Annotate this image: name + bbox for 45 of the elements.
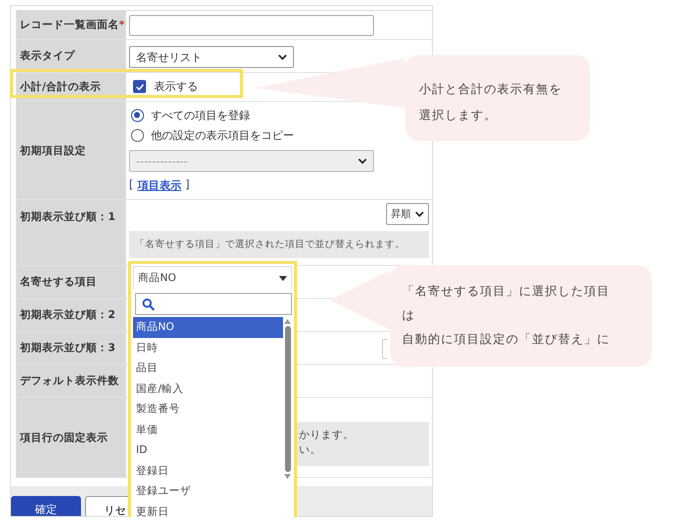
dropdown-option[interactable]: ID [133, 440, 283, 460]
search-field[interactable] [135, 293, 292, 315]
radio-label: 他の設定の表示項目をコピー [151, 128, 294, 142]
confirm-button[interactable]: 確定 [11, 496, 81, 516]
callout-text: 「名寄せする項目」に選択した項目 は 自動的に項目設定の「並び替え」に [401, 283, 611, 348]
note-text: かります。 [299, 428, 355, 443]
item-display-link[interactable]: 項目表示 [137, 178, 182, 193]
dropdown-option[interactable]: 品目 [133, 358, 283, 378]
note-text: い。 [299, 443, 322, 458]
callout-text: 小計と合計の表示有無を 選択します。 [418, 81, 563, 124]
bracket: [ [129, 178, 134, 193]
field-label: デフォルト表示件数 [16, 365, 126, 397]
text-input-field[interactable] [129, 15, 374, 36]
dropdown-option[interactable]: 日時 [133, 338, 283, 358]
bracket: ] [185, 178, 190, 193]
select-field[interactable]: 商品NO [133, 266, 292, 289]
radio-button[interactable] [131, 128, 144, 142]
field-label: 項目行の固定表示 [16, 398, 126, 477]
field-label: 初期表示並び順：2 [16, 299, 126, 331]
dropdown-option[interactable]: 単価 [133, 420, 283, 440]
field-label: レコード一覧画面名* [16, 11, 126, 39]
scroll-up-icon[interactable] [284, 319, 291, 324]
dropdown-option[interactable]: 登録日 [133, 460, 283, 481]
sort-order-select[interactable]: 昇順 [386, 203, 429, 225]
field-label: 初期項目設定 [16, 102, 126, 199]
select-field[interactable]: 名寄せリスト [129, 46, 294, 68]
caret-icon [358, 158, 367, 164]
field-label: 初期表示並び順：1 [16, 200, 126, 265]
dropdown-option[interactable]: 国産/輸入 [133, 378, 283, 399]
caret-icon [415, 211, 424, 217]
note-text: 「名寄せする項目」で選択された項目で並び替えられます。 [129, 231, 429, 258]
radio-button[interactable] [131, 108, 144, 122]
select-field[interactable] [382, 339, 387, 359]
search-icon [142, 298, 155, 310]
dropdown-option[interactable]: 商品NO [133, 317, 283, 338]
caret-icon [278, 54, 287, 60]
dropdown-option[interactable]: 製造番号 [133, 399, 283, 420]
field-label: 初期表示並び順：3 [16, 332, 126, 364]
checkbox-label: 表示する [154, 79, 198, 94]
scroll-down-icon[interactable] [284, 474, 291, 479]
checkbox[interactable] [133, 80, 146, 93]
radio-label: すべての項目を登録 [151, 108, 250, 122]
caret-icon [279, 276, 287, 280]
field-label: 表示タイプ [16, 40, 126, 72]
field-label: 名寄せする項目 [16, 266, 126, 298]
